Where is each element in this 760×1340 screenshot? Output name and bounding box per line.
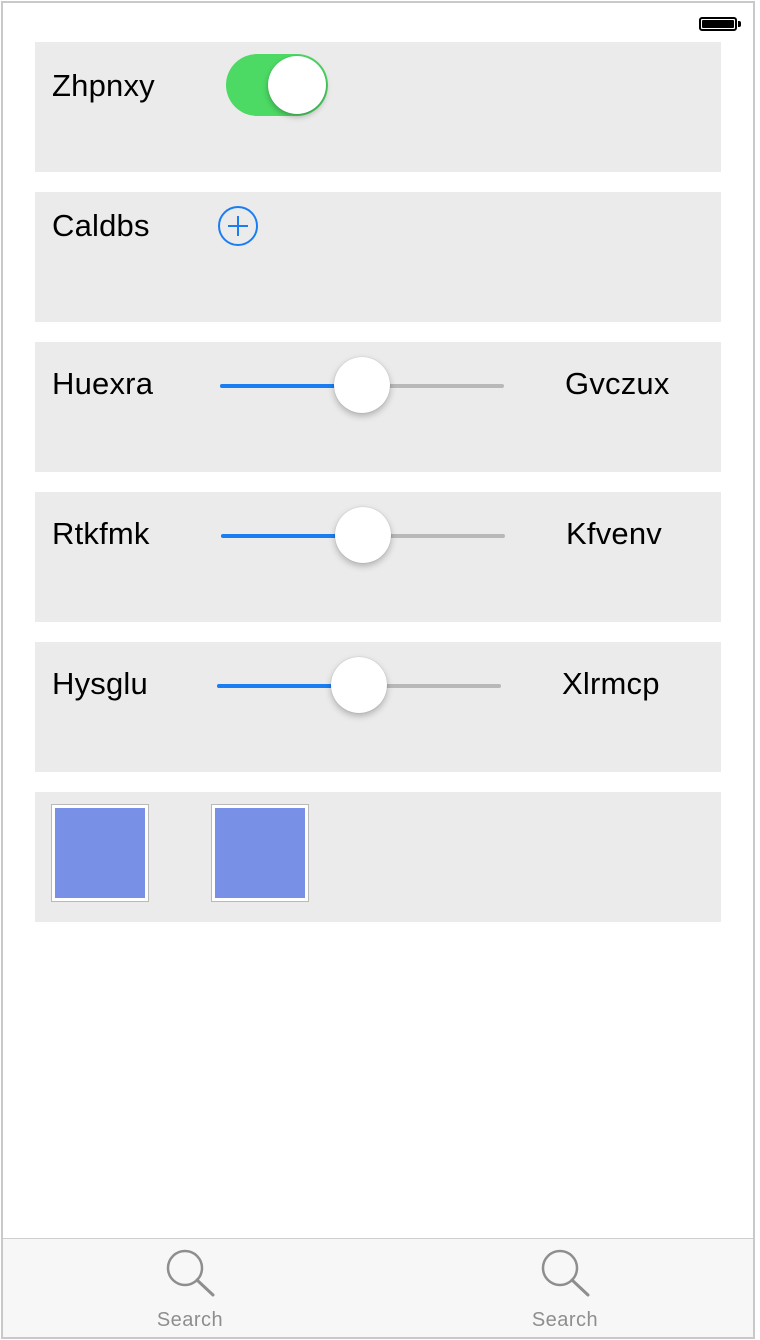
slider-thumb[interactable] bbox=[331, 657, 387, 713]
slider-thumb[interactable] bbox=[334, 357, 390, 413]
toggle-row-label: Zhpnxy bbox=[52, 68, 155, 103]
tab-bar: Search Search bbox=[3, 1238, 753, 1337]
slider-left-label: Hysglu bbox=[52, 666, 148, 701]
image-fill bbox=[55, 808, 145, 898]
tab-search[interactable]: Search bbox=[130, 1239, 250, 1337]
slider-thumb[interactable] bbox=[335, 507, 391, 563]
add-row: Caldbs bbox=[35, 192, 721, 322]
search-icon bbox=[541, 1249, 590, 1297]
slider[interactable] bbox=[221, 506, 505, 566]
tab-search[interactable]: Search bbox=[505, 1239, 625, 1337]
slider-right-label: Gvczux bbox=[565, 366, 670, 401]
tab-label: Search bbox=[531, 1309, 599, 1331]
tab-label: Search bbox=[156, 1309, 224, 1331]
toggle-knob bbox=[268, 56, 326, 114]
plus-circle-icon[interactable] bbox=[218, 206, 258, 246]
slider[interactable] bbox=[220, 356, 504, 416]
slider-row: Huexra Gvczux bbox=[35, 342, 721, 472]
image-thumbnail[interactable] bbox=[51, 804, 149, 902]
image-thumbnail[interactable] bbox=[211, 804, 309, 902]
toggle-row: Zhpnxy bbox=[35, 42, 721, 172]
slider[interactable] bbox=[217, 656, 501, 716]
slider-left-label: Rtkfmk bbox=[52, 516, 150, 551]
slider-left-label: Huexra bbox=[52, 366, 154, 401]
slider-row: Rtkfmk Kfvenv bbox=[35, 492, 721, 622]
slider-row: Hysglu Xlrmcp bbox=[35, 642, 721, 772]
slider-right-label: Kfvenv bbox=[566, 516, 662, 551]
search-icon bbox=[166, 1249, 215, 1297]
image-row bbox=[35, 792, 721, 922]
app-screen: Zhpnxy Caldbs Huexra Gvczux Rtkfmk Kfven… bbox=[1, 1, 755, 1339]
toggle-switch[interactable] bbox=[226, 54, 328, 116]
slider-right-label: Xlrmcp bbox=[562, 666, 660, 701]
add-row-label: Caldbs bbox=[52, 208, 150, 243]
battery-full-icon bbox=[699, 15, 741, 32]
image-fill bbox=[215, 808, 305, 898]
